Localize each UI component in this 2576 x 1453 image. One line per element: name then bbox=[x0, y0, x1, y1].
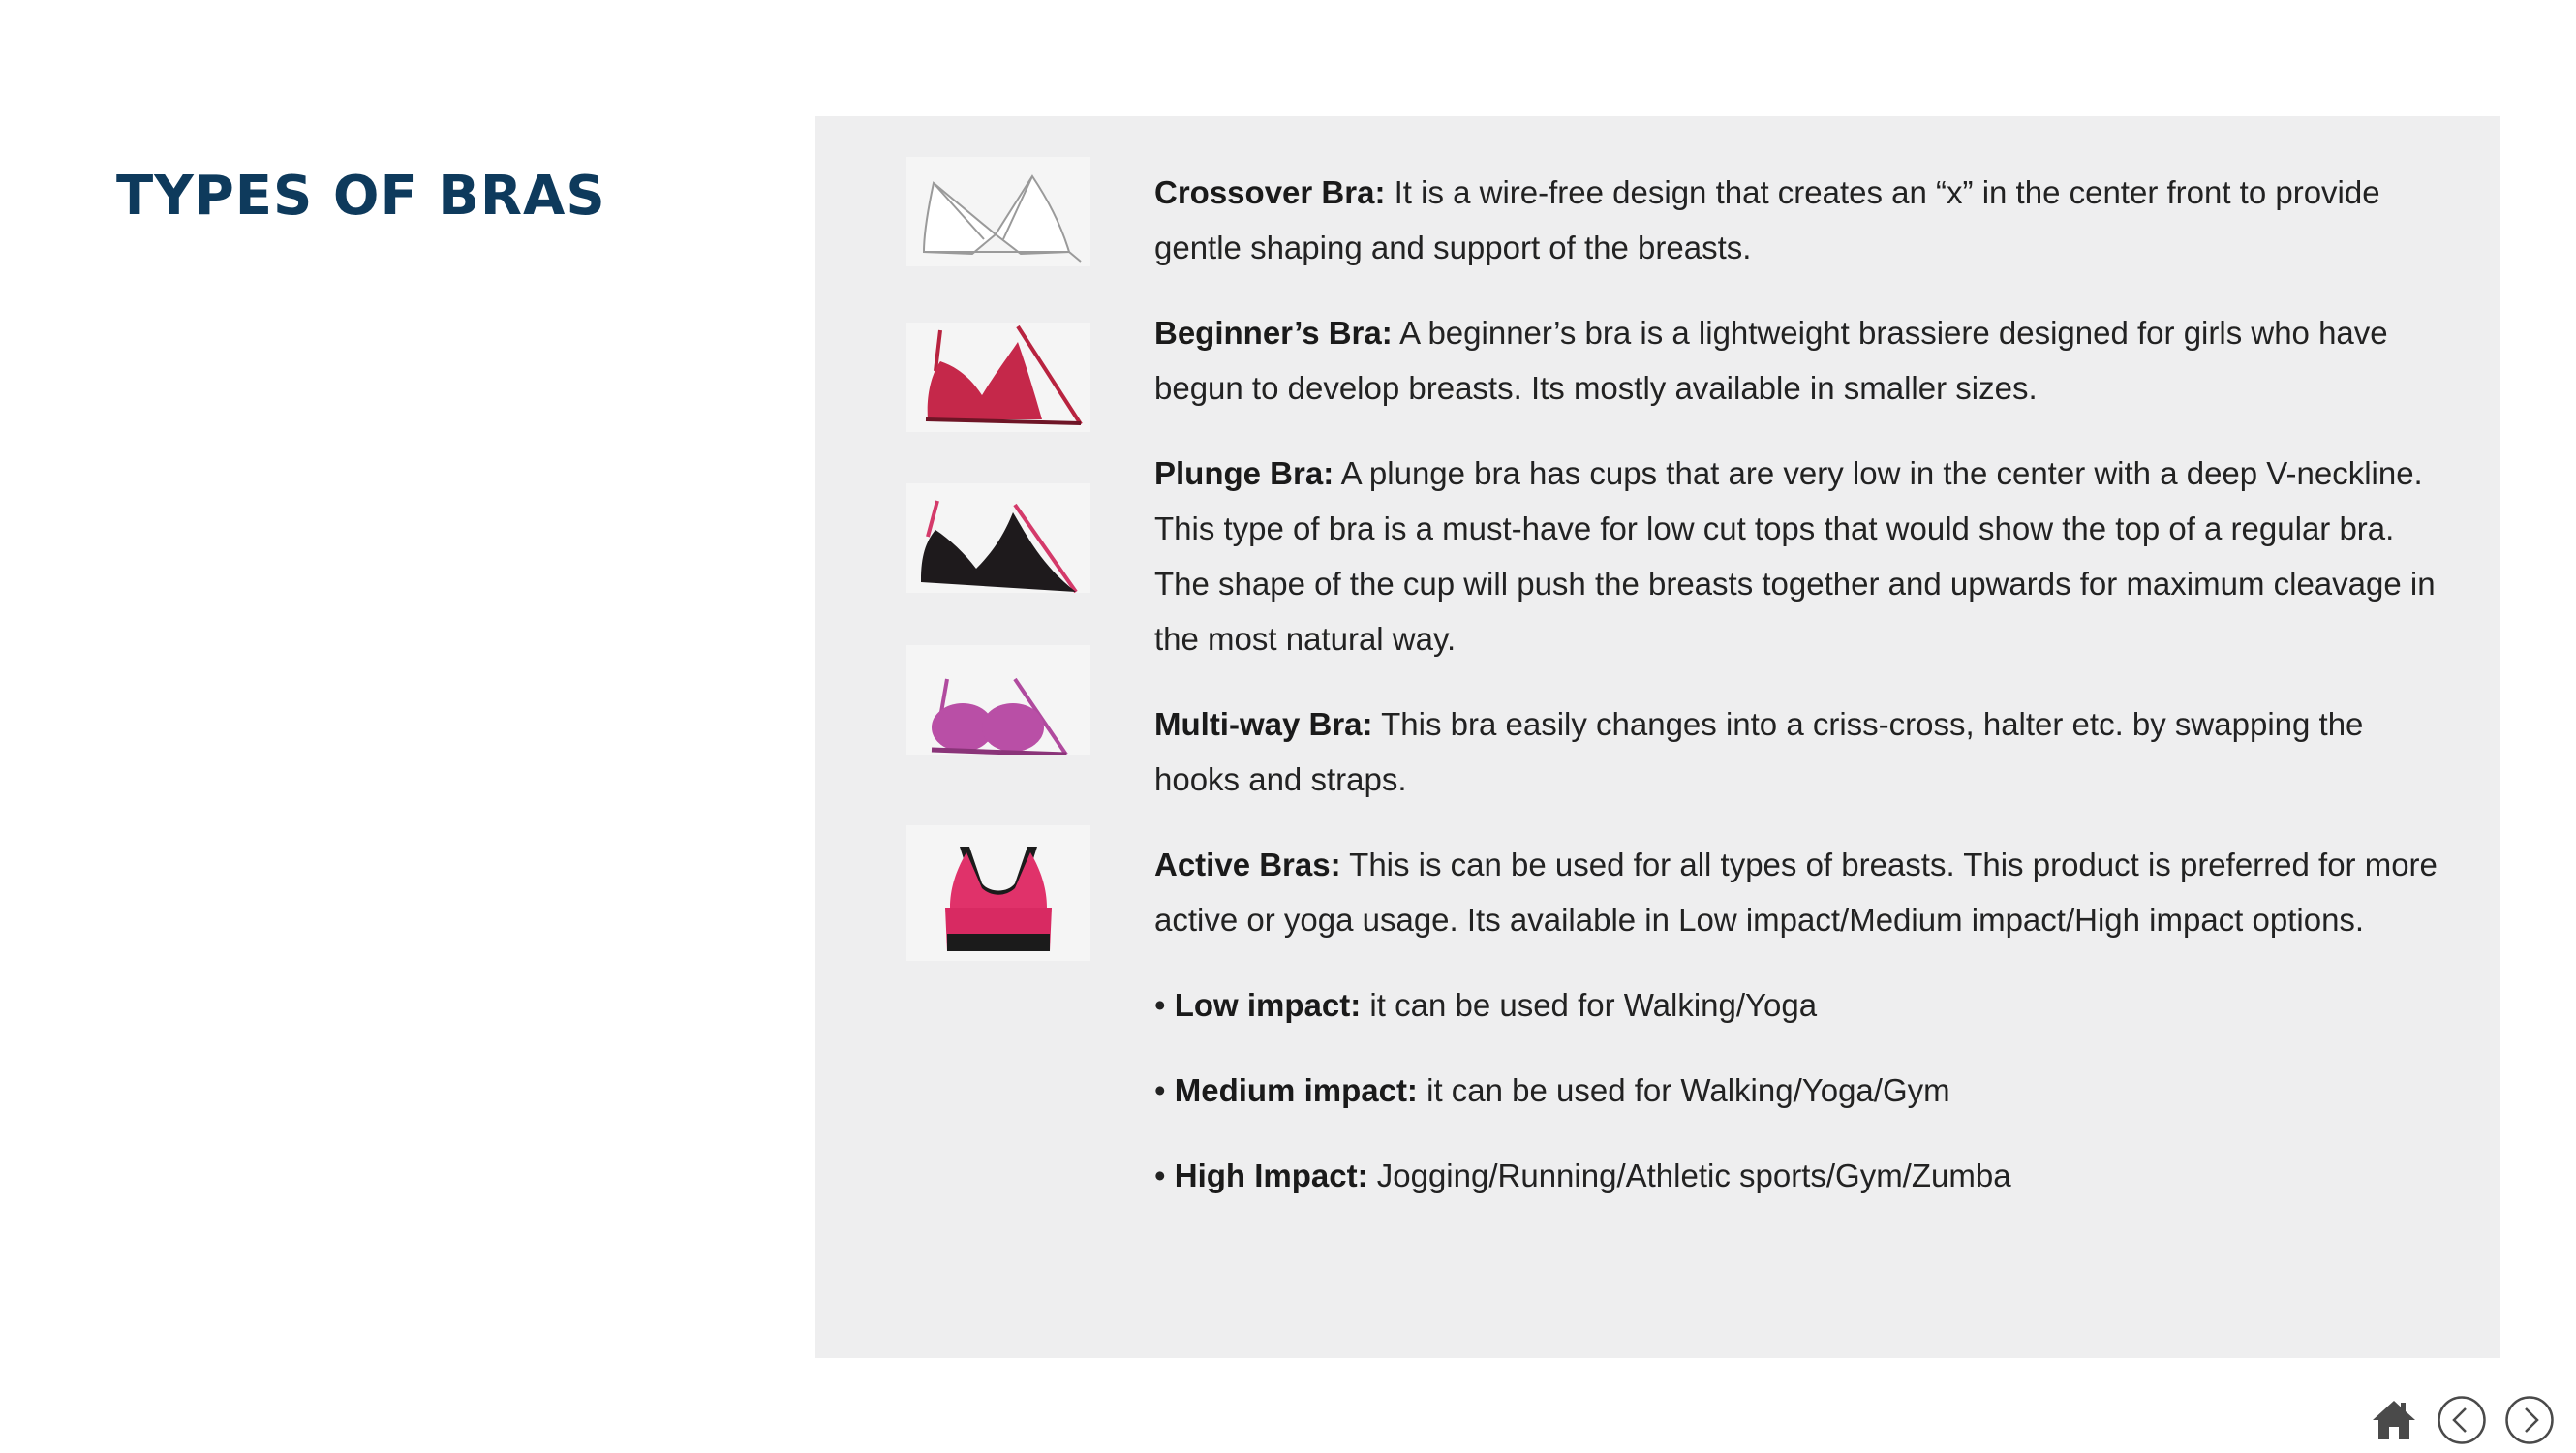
previous-button[interactable] bbox=[2437, 1395, 2487, 1445]
page-title: TYPES OF BRAS bbox=[116, 165, 606, 228]
bullet-item-low-impact: • Low impact: it can be used for Walking… bbox=[1154, 987, 1818, 1023]
home-icon bbox=[2373, 1401, 2415, 1439]
bra-types-list: Crossover Bra: It is a wire-free design … bbox=[1154, 165, 2457, 1233]
bullet: • bbox=[1154, 1158, 1166, 1193]
list-item: Active Bras: This is can be used for all… bbox=[1154, 847, 2438, 938]
bullet: • bbox=[1154, 1072, 1166, 1108]
bullet-item-medium-impact: • Medium impact: it can be used for Walk… bbox=[1154, 1072, 1950, 1108]
chevron-left-icon bbox=[2438, 1396, 2486, 1444]
purple-multiway-bra-icon bbox=[906, 645, 1090, 755]
pink-sports-bra-icon bbox=[906, 825, 1090, 961]
list-item: Plunge Bra: A plunge bra has cups that a… bbox=[1154, 455, 2436, 657]
bullet: • bbox=[1154, 987, 1166, 1023]
list-item: Beginner’s Bra: A beginner’s bra is a li… bbox=[1154, 315, 2388, 406]
white-crossover-bra-icon bbox=[906, 157, 1090, 266]
chevron-right-icon bbox=[2505, 1396, 2554, 1444]
next-button[interactable] bbox=[2504, 1395, 2555, 1445]
red-beginner-bra-icon bbox=[906, 323, 1090, 432]
list-item: Multi-way Bra: This bra easily changes i… bbox=[1154, 706, 2364, 797]
bullet-item-high-impact: • High Impact: Jogging/Running/Athletic … bbox=[1154, 1158, 2011, 1193]
home-button[interactable] bbox=[2369, 1395, 2419, 1445]
list-item: Crossover Bra: It is a wire-free design … bbox=[1154, 174, 2380, 265]
black-plunge-bra-icon bbox=[906, 483, 1090, 593]
